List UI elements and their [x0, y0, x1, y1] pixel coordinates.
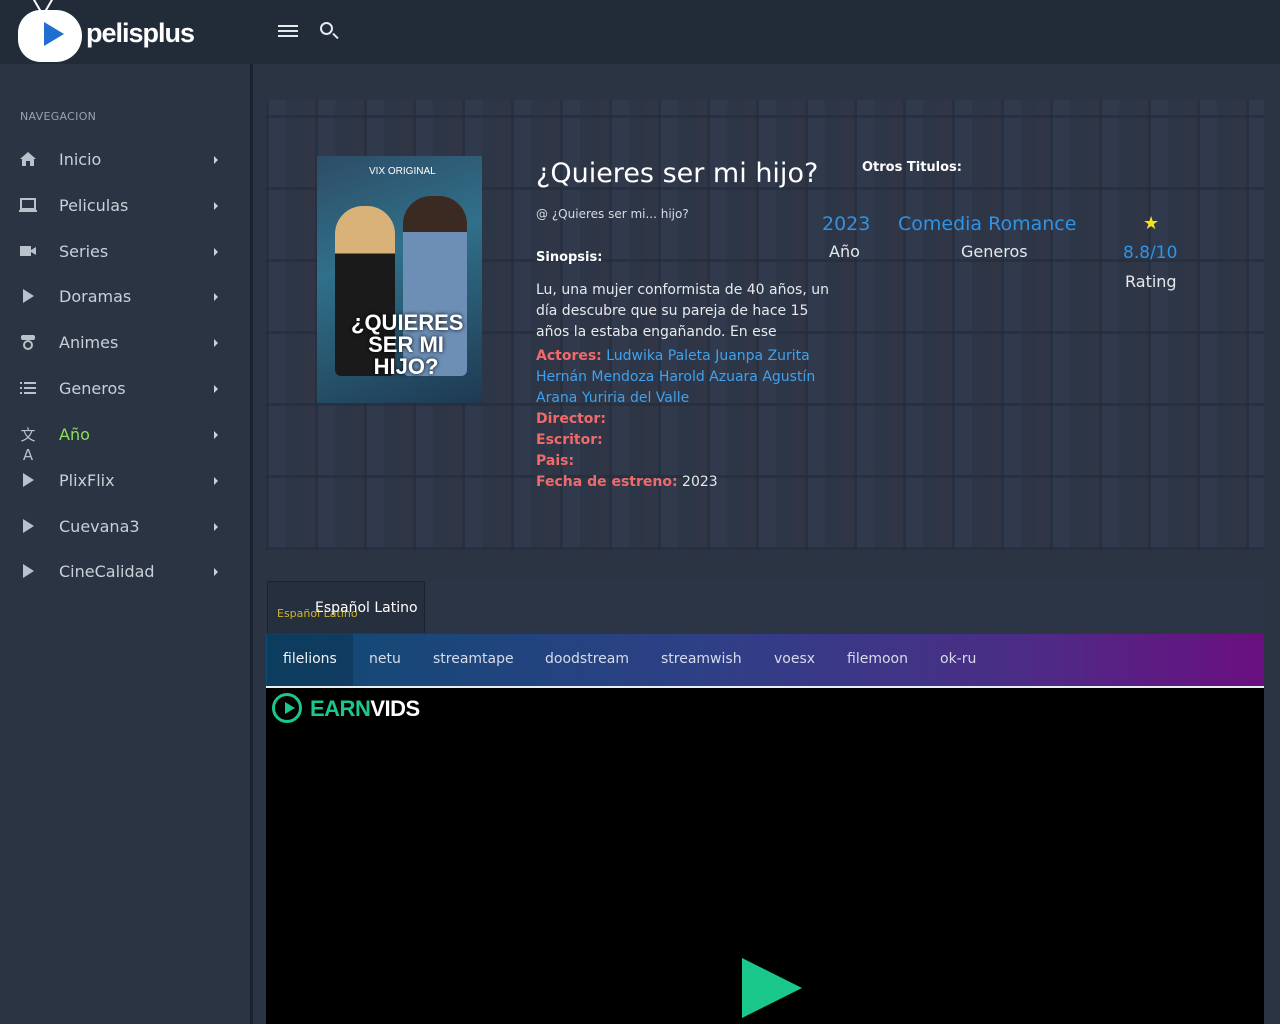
server-tab-streamwish[interactable]: streamwish: [645, 634, 758, 687]
sidebar-item-inicio[interactable]: Inicio: [0, 138, 250, 182]
chevron-right-icon: [214, 477, 218, 485]
estreno-row: Fecha de estreno: 2023: [536, 472, 826, 493]
escritor-label: Escritor:: [536, 432, 603, 448]
hamburger-menu-icon[interactable]: [278, 22, 298, 40]
pais-label: Pais:: [536, 453, 575, 469]
top-header: pelisplus: [0, 0, 1280, 64]
chevron-right-icon: [214, 431, 218, 439]
estreno-label: Fecha de estreno:: [536, 474, 678, 490]
sidebar-item-plixflix[interactable]: PlixFlix: [0, 459, 250, 503]
sidebar-item-label: Animes: [59, 333, 119, 352]
sidebar-item-label: Cuevana3: [59, 517, 140, 536]
sidebar-item-cinecalidad[interactable]: CineCalidad: [0, 550, 250, 594]
actores-label: Actores:: [536, 348, 602, 364]
year-value[interactable]: 2023: [822, 213, 870, 235]
chevron-right-icon: [214, 293, 218, 301]
sidebar-divider: [250, 64, 253, 1024]
rating-value: 8.8/10: [1123, 243, 1178, 263]
language-tab-label: Español Latino: [315, 600, 418, 616]
genres-value[interactable]: Comedia Romance: [898, 213, 1076, 235]
play-icon: [18, 471, 38, 491]
video-player[interactable]: EARNVIDS: [266, 688, 1264, 1024]
chevron-right-icon: [214, 202, 218, 210]
sidebar-item-generos[interactable]: Generos: [0, 367, 250, 411]
sidebar-item-peliculas[interactable]: Peliculas: [0, 184, 250, 228]
server-tab-doodstream[interactable]: doodstream: [529, 634, 645, 687]
home-icon: [18, 150, 38, 170]
big-play-button[interactable]: [742, 958, 802, 1018]
sidebar-item-series[interactable]: Series: [0, 230, 250, 274]
video-camera-icon: [18, 242, 38, 262]
site-logo[interactable]: pelisplus: [18, 2, 218, 64]
sidebar-item-label: Inicio: [59, 150, 102, 169]
earnvids-text-earn: EARN: [310, 696, 371, 721]
director-row: Director:: [536, 409, 826, 430]
pais-row: Pais:: [536, 451, 826, 472]
chevron-right-icon: [214, 385, 218, 393]
sidebar-item-ano[interactable]: 文A Año: [0, 413, 250, 464]
list-icon: [18, 379, 38, 399]
server-tab-streamtape[interactable]: streamtape: [417, 634, 530, 687]
play-icon: [18, 562, 38, 582]
play-icon: [18, 517, 38, 537]
sinopsis-text: Lu, una mujer conformista de 40 años, un…: [536, 282, 829, 340]
server-tab-ok-ru[interactable]: ok-ru: [924, 634, 992, 687]
chevron-right-icon: [214, 523, 218, 531]
earnvids-play-icon: [272, 693, 302, 723]
actores-row: Actores: Ludwika Paleta Juanpa Zurita He…: [536, 346, 826, 409]
server-tabs: filelions netu streamtape doodstream str…: [266, 634, 1264, 687]
rating-label: Rating: [1125, 272, 1177, 291]
sidebar-item-label: Generos: [59, 379, 126, 398]
year-label: Año: [829, 242, 860, 261]
sidebar-item-label: Peliculas: [59, 196, 129, 215]
chevron-right-icon: [214, 156, 218, 164]
sinopsis-label: Sinopsis:: [536, 250, 603, 265]
logo-play-icon: [44, 22, 64, 46]
server-tab-voesx[interactable]: voesx: [758, 634, 831, 687]
estreno-value: 2023: [682, 474, 718, 490]
nav-heading: NAVEGACION: [20, 110, 97, 123]
movie-title: ¿Quieres ser mi hijo?: [536, 158, 819, 189]
otros-titulos-label: Otros Titulos:: [862, 160, 962, 175]
server-tab-filelions[interactable]: filelions: [267, 634, 353, 687]
sidebar-item-animes[interactable]: Animes: [0, 321, 250, 365]
player-card: Español Latino Español Latino filelions …: [266, 580, 1264, 1024]
director-label: Director:: [536, 411, 606, 427]
sidebar-item-label: Año: [59, 425, 90, 444]
poster-brand: VIX ORIGINAL: [369, 166, 436, 177]
search-icon[interactable]: [318, 20, 340, 42]
sidebar-item-cuevana3[interactable]: Cuevana3: [0, 505, 250, 549]
chevron-right-icon: [214, 339, 218, 347]
chevron-right-icon: [214, 248, 218, 256]
genres-label: Generos: [961, 242, 1028, 261]
movie-poster: VIX ORIGINAL ¿QUIERES SER MI HIJO?: [317, 156, 482, 403]
poster-title: ¿QUIERES SER MI HIJO?: [351, 310, 464, 379]
chevron-right-icon: [214, 568, 218, 576]
anime-icon: [18, 333, 38, 353]
play-icon: [18, 287, 38, 307]
server-tab-filemoon[interactable]: filemoon: [831, 634, 924, 687]
earnvids-text-vids: VIDS: [370, 696, 420, 721]
escritor-row: Escritor:: [536, 430, 826, 451]
star-icon: ★: [1143, 213, 1160, 234]
sidebar-item-doramas[interactable]: Doramas: [0, 275, 250, 319]
laptop-icon: [18, 196, 38, 216]
sidebar-item-label: Series: [59, 242, 109, 261]
server-tab-netu[interactable]: netu: [353, 634, 417, 687]
original-title: @ ¿Quieres ser mi... hijo?: [536, 207, 689, 221]
movie-hero: VIX ORIGINAL ¿QUIERES SER MI HIJO? ¿Quie…: [266, 100, 1264, 550]
sidebar-item-label: CineCalidad: [59, 562, 155, 581]
logo-text: pelisplus: [86, 18, 195, 48]
sidebar-item-label: PlixFlix: [59, 471, 115, 490]
language-tab[interactable]: Español Latino Español Latino: [267, 581, 425, 633]
translate-icon: 文A: [20, 426, 36, 464]
sidebar-item-label: Doramas: [59, 287, 132, 306]
